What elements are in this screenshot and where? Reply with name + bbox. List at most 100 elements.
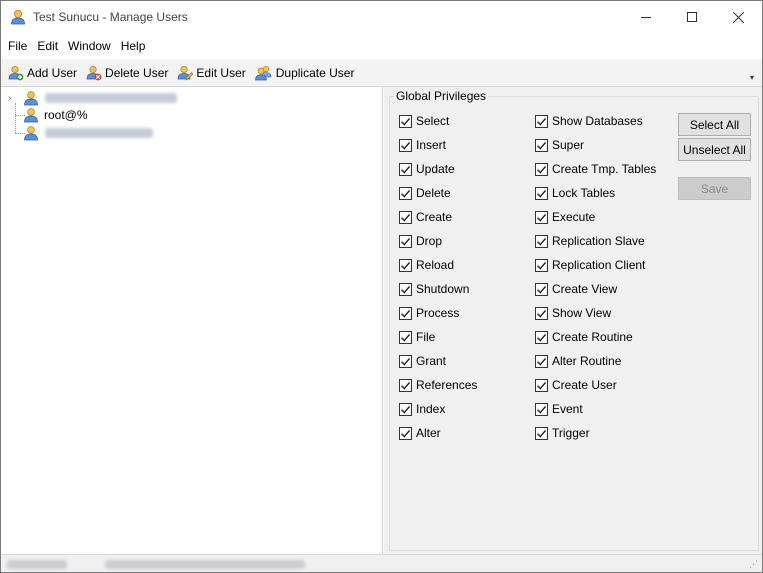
checkbox-box[interactable] xyxy=(535,354,548,368)
unselect-all-button[interactable]: Unselect All xyxy=(678,138,751,161)
privilege-checkbox-replication-slave[interactable]: Replication Slave xyxy=(535,233,645,249)
checkbox-box[interactable] xyxy=(399,138,412,152)
checkmark-icon xyxy=(537,165,547,174)
save-button[interactable]: Save xyxy=(678,177,751,200)
privilege-label: Create Routine xyxy=(552,330,633,344)
select-all-button[interactable]: Select All xyxy=(678,113,751,136)
maximize-icon xyxy=(687,12,697,22)
privilege-checkbox-delete[interactable]: Delete xyxy=(399,185,451,201)
delete-user-button[interactable]: Delete User xyxy=(84,61,172,85)
privilege-checkbox-create[interactable]: Create xyxy=(399,209,452,225)
privilege-checkbox-create-user[interactable]: Create User xyxy=(535,377,617,393)
privilege-checkbox-reload[interactable]: Reload xyxy=(399,257,454,273)
privilege-label: Insert xyxy=(416,138,447,152)
privilege-checkbox-file[interactable]: File xyxy=(399,329,435,345)
checkbox-box[interactable] xyxy=(399,378,412,392)
checkbox-box[interactable] xyxy=(535,210,548,224)
privilege-checkbox-select[interactable]: Select xyxy=(399,113,449,129)
checkmark-icon xyxy=(537,189,547,198)
checkbox-box[interactable] xyxy=(535,138,548,152)
checkbox-box[interactable] xyxy=(535,306,548,320)
checkmark-icon xyxy=(401,261,411,270)
checkmark-icon xyxy=(537,213,547,222)
checkbox-box[interactable] xyxy=(399,426,412,440)
privilege-checkbox-lock-tables[interactable]: Lock Tables xyxy=(535,185,615,201)
group-title: Global Privileges xyxy=(394,89,489,103)
menu-bar: File Edit Window Help xyxy=(1,34,762,58)
privilege-checkbox-alter[interactable]: Alter xyxy=(399,425,441,441)
duplicate-user-label: Duplicate User xyxy=(275,65,355,80)
resize-grip-icon[interactable]: ⋰ xyxy=(749,559,758,570)
privilege-checkbox-trigger[interactable]: Trigger xyxy=(535,425,590,441)
tree-item-user-3[interactable] xyxy=(23,124,153,142)
privilege-checkbox-create-view[interactable]: Create View xyxy=(535,281,617,297)
privilege-checkbox-show-databases[interactable]: Show Databases xyxy=(535,113,643,129)
toolbar-overflow-icon[interactable]: ▾ xyxy=(750,73,754,82)
checkbox-box[interactable] xyxy=(535,426,548,440)
checkbox-box[interactable] xyxy=(399,210,412,224)
checkbox-box[interactable] xyxy=(399,330,412,344)
privilege-checkbox-show-view[interactable]: Show View xyxy=(535,305,611,321)
checkbox-box[interactable] xyxy=(535,258,548,272)
checkbox-box[interactable] xyxy=(399,402,412,416)
checkbox-box[interactable] xyxy=(399,354,412,368)
privilege-checkbox-process[interactable]: Process xyxy=(399,305,459,321)
checkbox-box[interactable] xyxy=(399,186,412,200)
tree-item-root[interactable]: root@% xyxy=(23,106,88,124)
maximize-button[interactable] xyxy=(669,1,715,33)
privilege-checkbox-grant[interactable]: Grant xyxy=(399,353,446,369)
close-button[interactable] xyxy=(715,1,761,33)
expand-chevron-icon[interactable]: › xyxy=(8,93,11,104)
privilege-label: Create View xyxy=(552,282,618,296)
checkbox-box[interactable] xyxy=(535,402,548,416)
privilege-checkbox-references[interactable]: References xyxy=(399,377,477,393)
edit-user-label: Edit User xyxy=(196,65,246,80)
checkbox-box[interactable] xyxy=(535,378,548,392)
privilege-checkbox-update[interactable]: Update xyxy=(399,161,455,177)
redacted-username xyxy=(45,93,177,103)
privilege-label: Index xyxy=(416,402,446,416)
checkbox-box[interactable] xyxy=(535,234,548,248)
privilege-checkbox-event[interactable]: Event xyxy=(535,401,583,417)
checkbox-box[interactable] xyxy=(535,162,548,176)
privilege-checkbox-execute[interactable]: Execute xyxy=(535,209,595,225)
checkbox-box[interactable] xyxy=(399,282,412,296)
menu-window[interactable]: Window xyxy=(63,34,116,58)
duplicate-user-button[interactable]: Duplicate User xyxy=(253,61,359,85)
privilege-label: Shutdown xyxy=(416,282,470,296)
menu-help[interactable]: Help xyxy=(116,34,151,58)
checkbox-box[interactable] xyxy=(399,162,412,176)
privilege-checkbox-insert[interactable]: Insert xyxy=(399,137,446,153)
privilege-label: Lock Tables xyxy=(552,186,616,200)
privilege-checkbox-index[interactable]: Index xyxy=(399,401,445,417)
edit-user-button[interactable]: Edit User xyxy=(175,61,249,85)
add-user-button[interactable]: Add User xyxy=(6,61,81,85)
tree-item-label: root@% xyxy=(44,108,88,122)
checkbox-box[interactable] xyxy=(399,258,412,272)
checkbox-box[interactable] xyxy=(535,186,548,200)
checkbox-box[interactable] xyxy=(535,282,548,296)
privilege-label: Alter Routine xyxy=(552,354,622,368)
checkbox-box[interactable] xyxy=(399,234,412,248)
privilege-checkbox-alter-routine[interactable]: Alter Routine xyxy=(535,353,621,369)
checkmark-icon xyxy=(401,429,411,438)
checkmark-icon xyxy=(537,405,547,414)
tree-item-user-1[interactable] xyxy=(23,89,177,107)
redacted-status-left xyxy=(7,560,67,569)
checkbox-box[interactable] xyxy=(535,330,548,344)
privilege-checkbox-super[interactable]: Super xyxy=(535,137,584,153)
privilege-checkbox-drop[interactable]: Drop xyxy=(399,233,442,249)
redacted-username xyxy=(45,128,153,138)
menu-edit[interactable]: Edit xyxy=(32,34,63,58)
privilege-checkbox-replication-client[interactable]: Replication Client xyxy=(535,257,645,273)
privilege-checkbox-create-routine[interactable]: Create Routine xyxy=(535,329,633,345)
checkbox-box[interactable] xyxy=(535,114,548,128)
checkbox-box[interactable] xyxy=(399,306,412,320)
privilege-label: Replication Client xyxy=(552,258,646,272)
privilege-label: Execute xyxy=(552,210,596,224)
minimize-button[interactable] xyxy=(623,1,669,33)
privilege-checkbox-shutdown[interactable]: Shutdown xyxy=(399,281,469,297)
checkbox-box[interactable] xyxy=(399,114,412,128)
menu-file[interactable]: File xyxy=(3,34,32,58)
privilege-checkbox-create-tmp-tables[interactable]: Create Tmp. Tables xyxy=(535,161,656,177)
